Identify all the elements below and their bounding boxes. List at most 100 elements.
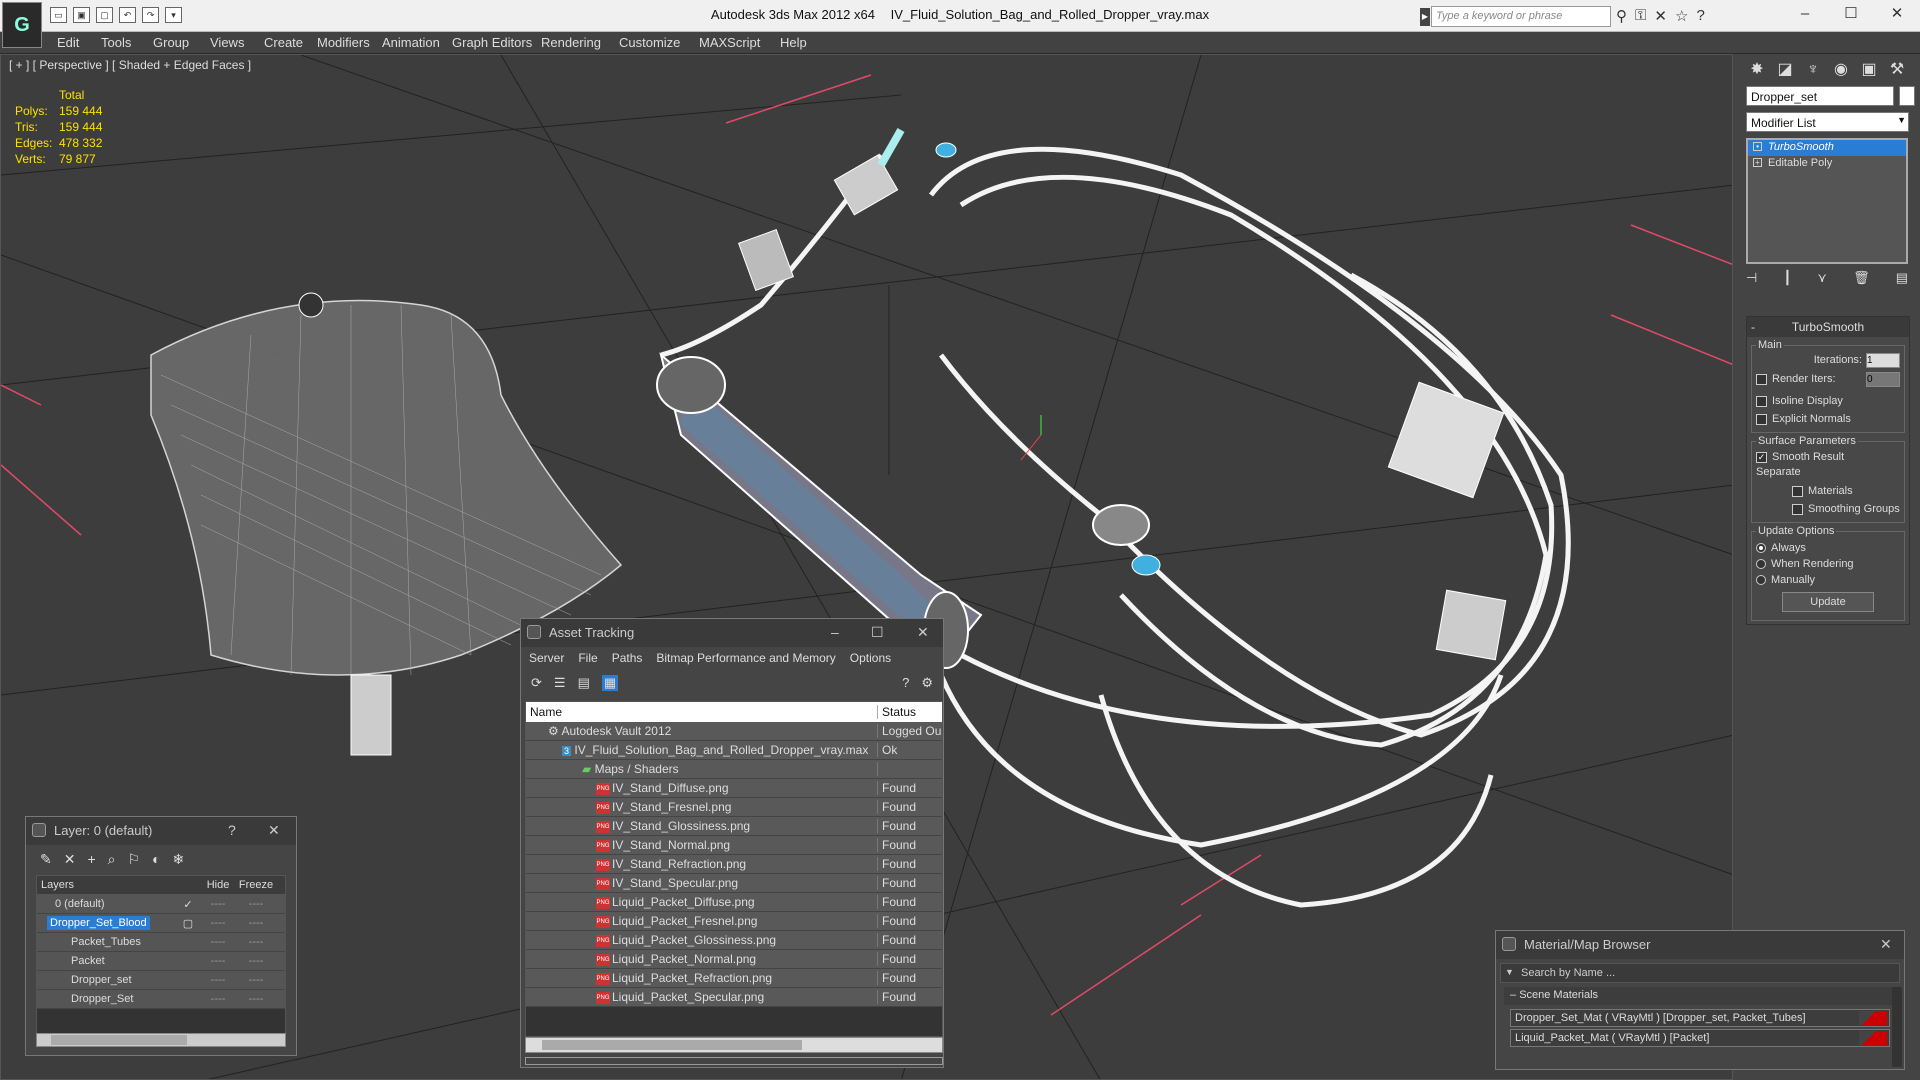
- close-icon[interactable]: ✕: [268, 822, 280, 839]
- smoothing-groups-checkbox[interactable]: [1792, 503, 1803, 515]
- select-in-layer-icon[interactable]: ⌕: [108, 851, 116, 868]
- freeze-toggle[interactable]: ----: [237, 974, 275, 986]
- active-checkbox[interactable]: ▢: [177, 917, 199, 930]
- layer-scrollbar[interactable]: [36, 1033, 286, 1047]
- freeze-toggle[interactable]: ----: [237, 955, 275, 967]
- menu-file[interactable]: File: [578, 651, 597, 665]
- expand-icon[interactable]: ▶: [1420, 8, 1430, 26]
- utilities-tab-icon[interactable]: ⚒: [1885, 58, 1909, 82]
- layer-object-row[interactable]: Dropper_set ---- ----: [37, 971, 285, 990]
- asset-scrollbar[interactable]: [525, 1037, 943, 1053]
- key-icon[interactable]: ⚿: [1635, 7, 1646, 25]
- layer-dialog-header[interactable]: Layer: 0 (default) ? ✕: [26, 817, 296, 845]
- menu-rendering[interactable]: Rendering: [541, 35, 601, 50]
- menu-server[interactable]: Server: [529, 651, 564, 665]
- render-iters-row[interactable]: Render Iters:: [1756, 370, 1900, 388]
- vault-help-icon[interactable]: ?: [902, 675, 909, 691]
- modifier-stack[interactable]: • TurboSmooth + Editable Poly: [1746, 138, 1908, 264]
- close-icon[interactable]: ✕: [917, 624, 929, 641]
- asset-row[interactable]: ▰ Maps / Shaders: [526, 760, 942, 779]
- render-iters-input[interactable]: [1866, 371, 1900, 387]
- hide-toggle[interactable]: ----: [199, 993, 237, 1005]
- modifier-list-dropdown[interactable]: Modifier List ▼: [1746, 112, 1909, 132]
- col-hide[interactable]: Hide: [199, 879, 237, 891]
- object-color-swatch[interactable]: [1899, 86, 1915, 106]
- manually-radio[interactable]: [1756, 575, 1766, 585]
- stack-item-turbosmooth[interactable]: • TurboSmooth: [1748, 140, 1906, 156]
- asset-row[interactable]: PNG Liquid_Packet_Fresnel.png Found: [526, 912, 942, 931]
- asset-row[interactable]: PNG Liquid_Packet_Diffuse.png Found: [526, 893, 942, 912]
- materials-row[interactable]: Materials: [1756, 482, 1900, 500]
- isoline-checkbox[interactable]: [1756, 395, 1767, 407]
- scene-materials-header[interactable]: – Scene Materials: [1504, 987, 1896, 1005]
- object-name-field[interactable]: Dropper_set: [1746, 86, 1894, 106]
- close-icon[interactable]: ✕: [1874, 0, 1920, 30]
- iterations-input[interactable]: [1866, 352, 1900, 368]
- col-name[interactable]: Name: [526, 705, 878, 719]
- update-button[interactable]: Update: [1782, 592, 1874, 612]
- layer-row[interactable]: 0 (default) ✓ ---- ----: [37, 895, 285, 914]
- tree-view-icon[interactable]: ▤: [578, 675, 590, 691]
- pin-stack-icon[interactable]: ⊣: [1746, 270, 1757, 286]
- create-tab-icon[interactable]: ✸: [1745, 58, 1769, 82]
- new-layer-icon[interactable]: ✎: [40, 851, 52, 868]
- freeze-all-icon[interactable]: ❄: [173, 851, 185, 868]
- smooth-result-checkbox[interactable]: ✓: [1756, 451, 1767, 463]
- make-unique-icon[interactable]: ⋎: [1817, 270, 1827, 286]
- col-status[interactable]: Status: [878, 705, 916, 719]
- manually-row[interactable]: Manually: [1756, 572, 1900, 588]
- refresh-icon[interactable]: ⟳: [531, 675, 542, 691]
- freeze-toggle[interactable]: ----: [237, 898, 275, 910]
- menu-maxscript[interactable]: MAXScript: [699, 35, 760, 50]
- menu-graph-editors[interactable]: Graph Editors: [452, 35, 532, 50]
- asset-status-field[interactable]: [525, 1057, 943, 1065]
- menu-options[interactable]: Options: [850, 651, 891, 665]
- freeze-toggle[interactable]: ----: [237, 993, 275, 1005]
- vault-settings-icon[interactable]: ⚙: [921, 675, 933, 691]
- remove-modifier-icon[interactable]: 🗑: [1853, 270, 1870, 286]
- menu-create[interactable]: Create: [264, 35, 303, 50]
- layer-row[interactable]: Dropper_Set_Blood ▢ ---- ----: [37, 914, 285, 933]
- menu-tools[interactable]: Tools: [101, 35, 131, 50]
- asset-row[interactable]: PNG IV_Stand_Fresnel.png Found: [526, 798, 942, 817]
- configure-sets-icon[interactable]: ▤: [1896, 270, 1908, 286]
- close-icon[interactable]: ✕: [1880, 936, 1892, 953]
- freeze-toggle[interactable]: ----: [237, 936, 275, 948]
- smooth-result-row[interactable]: ✓ Smooth Result: [1756, 448, 1900, 466]
- table-view-icon[interactable]: ▦: [601, 675, 619, 691]
- hide-all-icon[interactable]: ◐: [152, 851, 160, 868]
- mat-dialog-header[interactable]: Material/Map Browser ✕: [1496, 931, 1904, 959]
- asset-row[interactable]: PNG IV_Stand_Glossiness.png Found: [526, 817, 942, 836]
- when-rendering-row[interactable]: When Rendering: [1756, 556, 1900, 572]
- layer-object-row[interactable]: Packet_Tubes ---- ----: [37, 933, 285, 952]
- always-radio[interactable]: [1756, 543, 1766, 553]
- hide-toggle[interactable]: ----: [199, 974, 237, 986]
- active-checkmark[interactable]: ✓: [177, 898, 199, 911]
- search-input[interactable]: Type a keyword or phrase: [1431, 6, 1611, 27]
- smoothing-groups-row[interactable]: Smoothing Groups: [1756, 500, 1900, 518]
- menu-help[interactable]: Help: [780, 35, 807, 50]
- asset-row[interactable]: 3 IV_Fluid_Solution_Bag_and_Rolled_Dropp…: [526, 741, 942, 760]
- mat-search-input[interactable]: Search by Name ...: [1500, 963, 1900, 983]
- menu-edit[interactable]: Edit: [57, 35, 79, 50]
- menu-group[interactable]: Group: [153, 35, 189, 50]
- app-logo[interactable]: G: [2, 2, 42, 48]
- help-icon[interactable]: ?: [1696, 7, 1704, 25]
- viewport-label[interactable]: [ + ] [ Perspective ] [ Shaded + Edged F…: [9, 58, 251, 72]
- col-layers[interactable]: Layers: [37, 879, 177, 891]
- asset-row[interactable]: PNG IV_Stand_Diffuse.png Found: [526, 779, 942, 798]
- menu-modifiers[interactable]: Modifiers: [317, 35, 370, 50]
- show-end-result-icon[interactable]: ┃: [1783, 270, 1791, 286]
- explicit-normals-row[interactable]: Explicit Normals: [1756, 410, 1900, 428]
- menu-paths[interactable]: Paths: [612, 651, 643, 665]
- minimize-icon[interactable]: –: [831, 624, 839, 640]
- isoline-row[interactable]: Isoline Display: [1756, 392, 1900, 410]
- menu-customize[interactable]: Customize: [619, 35, 680, 50]
- expand-icon[interactable]: +: [1753, 158, 1762, 167]
- menu-views[interactable]: Views: [210, 35, 244, 50]
- render-iters-checkbox[interactable]: [1756, 373, 1767, 385]
- asset-row[interactable]: PNG Liquid_Packet_Specular.png Found: [526, 988, 942, 1007]
- add-to-layer-icon[interactable]: +: [87, 851, 95, 868]
- layer-object-row[interactable]: Dropper_Set ---- ----: [37, 990, 285, 1009]
- motion-tab-icon[interactable]: ◉: [1829, 58, 1853, 82]
